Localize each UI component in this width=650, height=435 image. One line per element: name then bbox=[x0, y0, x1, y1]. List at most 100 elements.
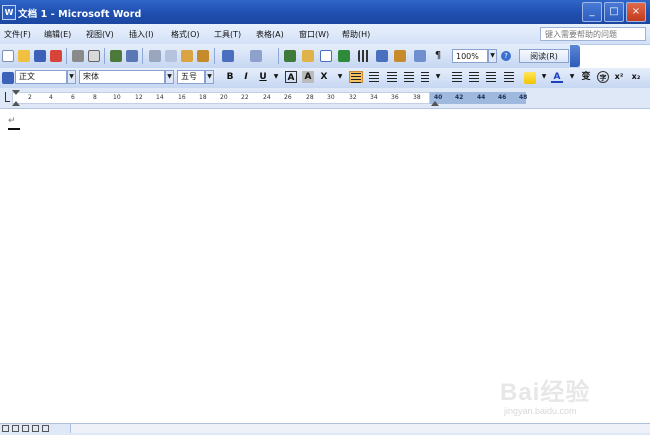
minimize-button[interactable]: _ bbox=[582, 2, 602, 22]
new-icon[interactable] bbox=[2, 50, 14, 62]
toolbar-separator bbox=[214, 48, 215, 64]
font-select[interactable]: 宋体 bbox=[79, 70, 165, 84]
horizontal-scrollbar[interactable] bbox=[70, 424, 650, 433]
bold-button[interactable]: B bbox=[224, 71, 236, 83]
document-map-icon[interactable] bbox=[394, 50, 406, 62]
cut-icon[interactable] bbox=[149, 50, 161, 62]
font-color-dropdown-icon[interactable]: ▼ bbox=[566, 71, 578, 83]
reading-view-icon[interactable] bbox=[42, 425, 49, 432]
ruler-tick: 6 bbox=[71, 94, 75, 101]
font-color-icon[interactable]: A bbox=[551, 71, 563, 83]
web-layout-icon[interactable] bbox=[12, 425, 19, 432]
drawing-icon[interactable] bbox=[376, 50, 388, 62]
maximize-button[interactable]: □ bbox=[604, 2, 624, 22]
permission-icon[interactable] bbox=[50, 50, 62, 62]
style-select[interactable]: 正文 bbox=[15, 70, 67, 84]
align-left-button[interactable] bbox=[349, 71, 363, 83]
format-painter-icon[interactable] bbox=[197, 50, 209, 62]
ruler-tick: 14 bbox=[156, 94, 164, 101]
char-shading-button[interactable]: A bbox=[302, 71, 314, 83]
subscript-button[interactable]: x₂ bbox=[630, 71, 642, 83]
paragraph-mark: ↵ bbox=[8, 116, 16, 126]
enclose-characters-icon[interactable]: 字 bbox=[597, 71, 609, 83]
word-app-icon[interactable]: W bbox=[2, 5, 16, 20]
ruler-tick: 48 bbox=[519, 94, 528, 101]
line-spacing-dropdown-icon[interactable]: ▼ bbox=[432, 71, 444, 83]
decrease-indent-icon[interactable] bbox=[486, 72, 496, 82]
tab-selector-icon[interactable] bbox=[5, 92, 10, 102]
highlight-dropdown-icon[interactable]: ▼ bbox=[538, 71, 550, 83]
right-indent-marker[interactable] bbox=[431, 101, 439, 106]
italic-button[interactable]: I bbox=[240, 71, 252, 83]
close-button[interactable]: × bbox=[626, 2, 646, 22]
menu-window[interactable]: 窗口(W) bbox=[299, 29, 329, 40]
font-dropdown-icon[interactable]: ▼ bbox=[165, 70, 174, 84]
undo-icon[interactable] bbox=[222, 50, 234, 62]
research-icon[interactable] bbox=[126, 50, 138, 62]
font-size-select[interactable]: 五号 bbox=[177, 70, 205, 84]
underline-button[interactable]: U bbox=[257, 71, 269, 83]
line-spacing-icon[interactable] bbox=[421, 72, 429, 82]
watermark-logo-text: Bai经验 bbox=[500, 379, 591, 406]
ruler-tick: 40 bbox=[434, 94, 443, 101]
phonetic-guide-button[interactable]: 变 bbox=[579, 71, 593, 83]
toolbar-separator bbox=[104, 48, 105, 64]
hanging-indent-marker[interactable] bbox=[12, 101, 20, 106]
char-scale-button[interactable]: X bbox=[318, 71, 330, 83]
menu-tools[interactable]: 工具(T) bbox=[214, 29, 241, 40]
menu-file[interactable]: 文件(F) bbox=[4, 29, 31, 40]
first-line-indent-marker[interactable] bbox=[12, 90, 20, 95]
window-controls: _ □ × bbox=[582, 2, 646, 22]
tables-borders-icon[interactable] bbox=[302, 50, 314, 62]
menu-table[interactable]: 表格(A) bbox=[256, 29, 284, 40]
style-dropdown-icon[interactable]: ▼ bbox=[67, 70, 76, 84]
bullets-icon[interactable] bbox=[469, 72, 479, 82]
ruler-tick: 2 bbox=[28, 94, 32, 101]
insert-excel-icon[interactable] bbox=[338, 50, 350, 62]
open-icon[interactable] bbox=[18, 50, 30, 62]
title-bar[interactable]: W 文档 1 - Microsoft Word _ □ × bbox=[0, 0, 650, 24]
reading-layout-button[interactable]: 阅读(R) bbox=[519, 49, 569, 63]
highlight-icon[interactable] bbox=[524, 72, 536, 84]
font-size-dropdown-icon[interactable]: ▼ bbox=[205, 70, 214, 84]
menu-help[interactable]: 帮助(H) bbox=[342, 29, 370, 40]
insert-table-icon[interactable] bbox=[320, 50, 332, 62]
paste-icon[interactable] bbox=[181, 50, 193, 62]
show-hide-icon[interactable]: ¶ bbox=[432, 50, 444, 62]
char-border-button[interactable]: A bbox=[285, 71, 297, 83]
menu-format[interactable]: 格式(O) bbox=[171, 29, 200, 40]
ruler-tick: 22 bbox=[241, 94, 249, 101]
justify-icon[interactable] bbox=[404, 72, 414, 82]
hyperlink-icon[interactable] bbox=[284, 50, 296, 62]
increase-indent-icon[interactable] bbox=[504, 72, 514, 82]
help-icon[interactable]: ? bbox=[501, 51, 511, 61]
superscript-button[interactable]: x² bbox=[613, 71, 625, 83]
align-center-icon[interactable] bbox=[369, 72, 379, 82]
thumbnails-icon[interactable] bbox=[414, 50, 426, 62]
save-icon[interactable] bbox=[34, 50, 46, 62]
redo-icon[interactable] bbox=[250, 50, 262, 62]
menu-view[interactable]: 视图(V) bbox=[86, 29, 114, 40]
columns-icon[interactable] bbox=[358, 50, 370, 62]
print-icon[interactable] bbox=[72, 50, 84, 62]
zoom-select[interactable]: 100% bbox=[452, 49, 488, 63]
spelling-icon[interactable] bbox=[110, 50, 122, 62]
numbering-icon[interactable] bbox=[452, 72, 462, 82]
toolbar-options-icon[interactable] bbox=[570, 45, 580, 67]
zoom-dropdown-icon[interactable]: ▼ bbox=[488, 49, 497, 63]
normal-view-icon[interactable] bbox=[2, 425, 9, 432]
print-layout-icon[interactable] bbox=[22, 425, 29, 432]
char-scale-dropdown-icon[interactable]: ▼ bbox=[334, 71, 346, 83]
underline-dropdown-icon[interactable]: ▼ bbox=[270, 71, 282, 83]
copy-icon[interactable] bbox=[165, 50, 177, 62]
menu-edit[interactable]: 编辑(E) bbox=[44, 29, 71, 40]
ruler-tick: 32 bbox=[349, 94, 357, 101]
outline-view-icon[interactable] bbox=[32, 425, 39, 432]
ruler-tick: 36 bbox=[391, 94, 399, 101]
ruler-tick: 44 bbox=[477, 94, 486, 101]
styles-formatting-icon[interactable] bbox=[2, 72, 14, 84]
menu-insert[interactable]: 插入(I) bbox=[129, 29, 154, 40]
print-preview-icon[interactable] bbox=[88, 50, 100, 62]
align-right-icon[interactable] bbox=[387, 72, 397, 82]
help-question-input[interactable]: 键入需要帮助的问题 bbox=[540, 27, 646, 41]
